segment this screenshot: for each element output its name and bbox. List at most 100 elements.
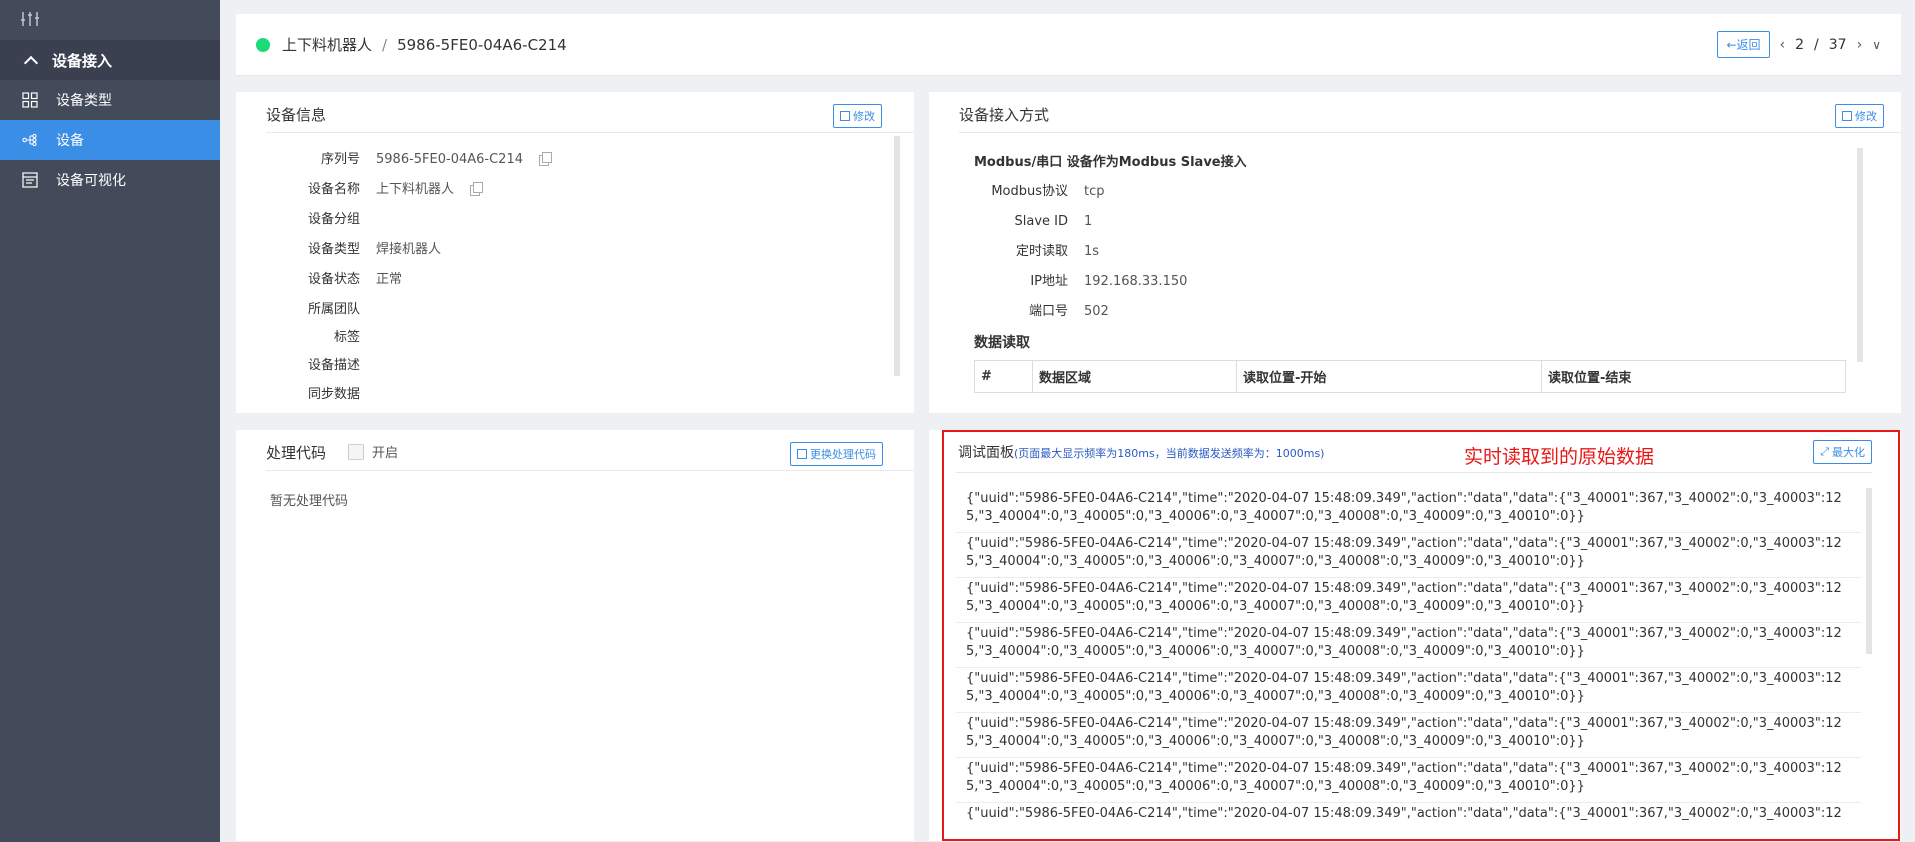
access-row-poll: 定时读取 1s	[929, 243, 1099, 261]
info-label: 设备描述	[307, 358, 360, 373]
log-entry: {"uuid":"5986-5FE0-04A6-C214","time":"20…	[956, 713, 1861, 758]
scrollbar[interactable]	[1857, 148, 1863, 362]
access-row-port: 端口号 502	[929, 303, 1109, 321]
edit-device-info-button[interactable]: 修改	[833, 104, 882, 128]
info-value: 正常	[376, 272, 403, 287]
change-code-label: 更换处理代码	[810, 449, 876, 461]
info-label: 标签	[333, 330, 360, 345]
access-method-title: 设备接入方式	[959, 106, 1050, 124]
info-label: 设备状态	[307, 272, 360, 287]
status-indicator	[256, 37, 270, 52]
empty-code-text: 暂无处理代码	[270, 494, 349, 509]
copy-icon[interactable]	[470, 181, 484, 196]
info-value: 焊接机器人	[376, 242, 442, 257]
access-method-card: 设备接入方式 修改 Modbus/串口 设备作为Modbus Slave接入 M…	[929, 92, 1901, 413]
log-list: {"uuid":"5986-5FE0-04A6-C214","time":"20…	[956, 488, 1861, 825]
info-row-group: 设备分组	[236, 211, 376, 229]
divider	[956, 472, 1872, 473]
chevron-down-icon[interactable]: ∨	[1872, 38, 1881, 52]
debug-title-row: 调试面板(页面最大显示频率为180ms，当前数据发送频率为：1000ms)	[958, 442, 1324, 462]
page-separator: /	[1814, 36, 1819, 53]
sidebar-item-label: 设备可视化	[56, 173, 126, 189]
sidebar-item-label: 设备	[56, 133, 84, 149]
header-actions: ←返回 ‹ 2 / 37 › ∨	[1717, 31, 1881, 58]
breadcrumb-device-name[interactable]: 上下料机器人	[282, 34, 372, 55]
access-label: IP地址	[1030, 274, 1068, 289]
info-label: 设备类型	[307, 242, 360, 257]
access-value: 1	[1084, 214, 1093, 229]
info-row-description: 设备描述	[236, 357, 376, 375]
data-read-title: 数据读取	[974, 335, 1030, 351]
access-row-slave-id: Slave ID 1	[929, 213, 1093, 231]
enable-toggle[interactable]: 开启	[348, 442, 398, 461]
edit-access-button[interactable]: 修改	[1835, 104, 1884, 128]
back-button-label: 返回	[1736, 38, 1761, 52]
processing-code-card: 处理代码 开启 更换处理代码 暂无处理代码	[236, 430, 914, 841]
info-row-type: 设备类型 焊接机器人	[236, 241, 441, 259]
sliders-icon[interactable]	[0, 0, 220, 40]
info-label: 设备分组	[307, 212, 360, 227]
enable-label: 开启	[372, 446, 399, 461]
enable-checkbox[interactable]	[348, 443, 364, 460]
sidebar: 设备接入 设备类型 设备 设备可视化	[0, 0, 220, 842]
access-row-ip: IP地址 192.168.33.150	[929, 273, 1187, 291]
edit-icon	[840, 111, 850, 121]
arrow-left-icon: ←	[1726, 38, 1737, 52]
access-value: 502	[1084, 304, 1109, 319]
info-row-team: 所属团队	[236, 301, 376, 319]
table-header: 数据区域	[1032, 360, 1237, 393]
access-label: Modbus协议	[991, 184, 1068, 199]
expand-icon: ⤢	[1820, 445, 1829, 458]
sidebar-item-device[interactable]: 设备	[0, 120, 220, 160]
access-value: tcp	[1084, 184, 1105, 199]
page-total: 37	[1828, 36, 1847, 53]
info-row-sync: 同步数据	[236, 386, 376, 404]
info-label: 所属团队	[307, 302, 360, 317]
sidebar-item-device-type[interactable]: 设备类型	[0, 80, 220, 120]
device-header: 上下料机器人 / 5986-5FE0-04A6-C214 ←返回 ‹ 2 / 3…	[236, 14, 1901, 76]
log-entry: {"uuid":"5986-5FE0-04A6-C214","time":"20…	[956, 488, 1861, 533]
copy-icon[interactable]	[539, 151, 552, 166]
device-info-card: 设备信息 修改 序列号 5986-5FE0-04A6-C214 设备名称 上下料…	[236, 92, 914, 413]
access-value: 192.168.33.150	[1084, 274, 1188, 289]
info-row-tags: 标签	[236, 329, 376, 347]
access-subtitle: Modbus/串口 设备作为Modbus Slave接入	[974, 155, 1247, 170]
scrollbar[interactable]	[1866, 488, 1872, 654]
debug-title: 调试面板	[958, 445, 1014, 461]
info-row-serial: 序列号 5986-5FE0-04A6-C214	[236, 151, 552, 169]
next-page-icon[interactable]: ›	[1857, 37, 1863, 53]
change-code-button[interactable]: 更换处理代码	[790, 442, 883, 466]
data-read-table: # 数据区域 读取位置-开始 读取位置-结束	[974, 360, 1846, 393]
maximize-button[interactable]: ⤢ 最大化	[1813, 440, 1872, 464]
sidebar-group-device-access[interactable]: 设备接入	[0, 40, 220, 80]
info-row-name: 设备名称 上下料机器人	[236, 181, 484, 199]
log-entry: {"uuid":"5986-5FE0-04A6-C214","time":"20…	[956, 578, 1861, 623]
back-button[interactable]: ←返回	[1717, 31, 1770, 58]
log-entry: {"uuid":"5986-5FE0-04A6-C214","time":"20…	[956, 668, 1861, 713]
access-value: 1s	[1084, 244, 1100, 259]
breadcrumb-separator: /	[382, 35, 388, 54]
edit-icon	[797, 449, 807, 459]
divider	[266, 132, 914, 133]
log-entry: {"uuid":"5986-5FE0-04A6-C214","time":"20…	[956, 623, 1861, 668]
chevron-up-icon	[23, 55, 39, 71]
info-value: 上下料机器人	[376, 182, 455, 197]
annotation-text: 实时读取到的原始数据	[1464, 446, 1655, 468]
access-row-protocol: Modbus协议 tcp	[929, 183, 1105, 201]
prev-page-icon[interactable]: ‹	[1780, 37, 1786, 53]
info-label: 设备名称	[307, 182, 360, 197]
info-value: 5986-5FE0-04A6-C214	[376, 152, 523, 167]
table-header: 读取位置-结束	[1541, 360, 1846, 393]
device-tree-icon	[22, 132, 38, 148]
debug-subtitle: (页面最大显示频率为180ms，当前数据发送频率为：1000ms)	[1014, 447, 1325, 460]
dashboard-icon	[22, 172, 38, 188]
edit-icon	[1842, 111, 1852, 121]
table-header: 读取位置-开始	[1236, 360, 1542, 393]
access-label: 定时读取	[1015, 244, 1068, 259]
info-label: 序列号	[320, 152, 360, 167]
access-label: Slave ID	[1014, 214, 1069, 229]
divider	[266, 470, 914, 471]
scrollbar[interactable]	[894, 136, 900, 376]
sidebar-item-device-visualization[interactable]: 设备可视化	[0, 160, 220, 200]
edit-label: 修改	[1855, 111, 1877, 123]
